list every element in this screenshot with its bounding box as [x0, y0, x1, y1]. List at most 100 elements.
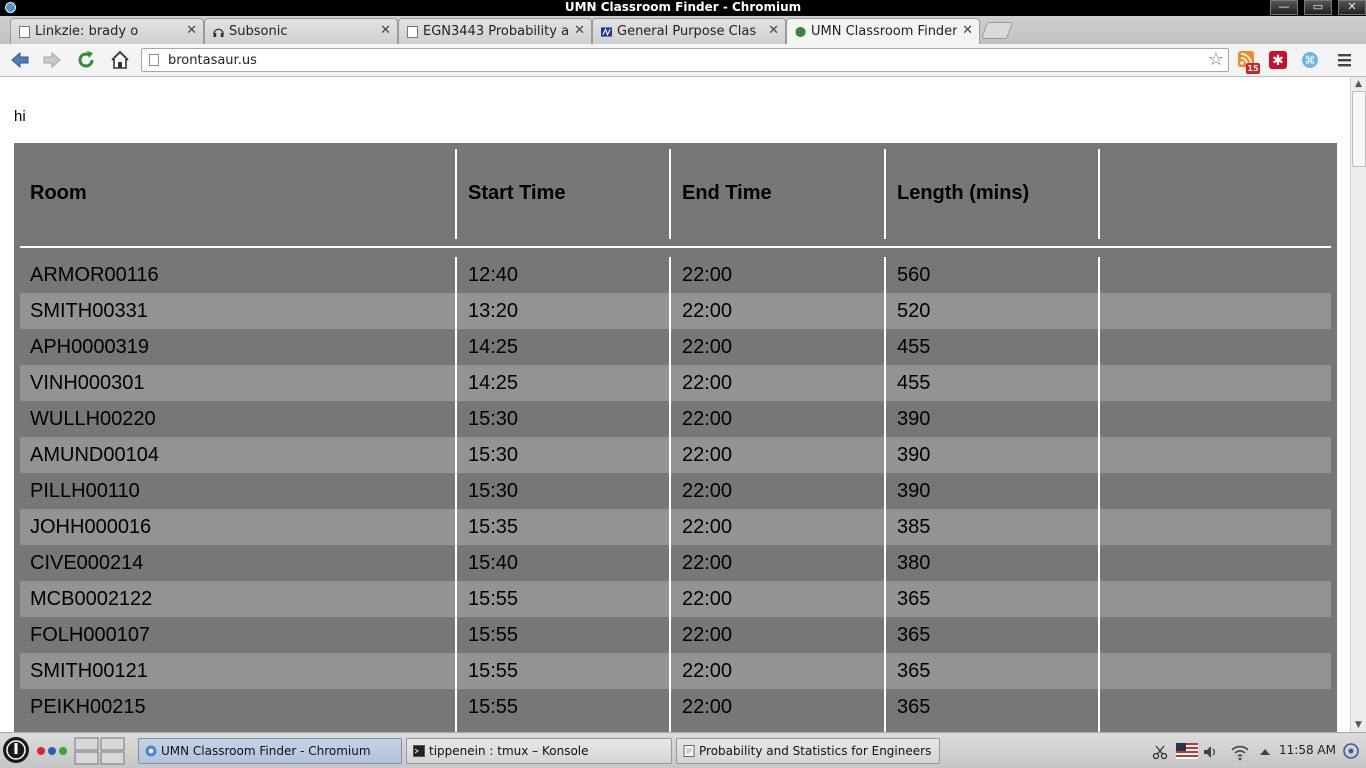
minimize-icon[interactable]: — [1270, 0, 1298, 15]
volume-icon[interactable] [1202, 744, 1218, 760]
wifi-icon[interactable] [1230, 743, 1250, 761]
table-row: PILLH00110 15:30 22:00 390 [20, 473, 1331, 509]
scroll-down-arrow-icon[interactable]: ▼ [1351, 718, 1366, 732]
scroll-up-arrow-icon[interactable]: ▲ [1351, 77, 1366, 91]
scissors-icon[interactable] [1152, 744, 1168, 760]
tab-egn3443[interactable]: EGN3443 Probability a ✕ [398, 18, 592, 44]
cell-end-time: 22:00 [682, 660, 733, 682]
cell-room: SMITH00331 [30, 300, 148, 322]
page-icon [407, 26, 418, 38]
cell-room: PEIKH00215 [30, 696, 146, 718]
cell-start-time: 13:20 [468, 300, 519, 322]
greeting-text: hi [14, 108, 26, 125]
task-konsole[interactable]: tippenein : tmux – Konsole [406, 738, 672, 764]
tab-close-icon[interactable]: ✕ [380, 23, 391, 39]
table-row: FOLH000107 15:55 22:00 365 [20, 617, 1331, 653]
tab-close-icon[interactable]: ✕ [574, 23, 585, 39]
tab-close-icon[interactable]: ✕ [186, 23, 197, 39]
browser-toolbar: ☆ 15 ✱ ⌘ [0, 44, 1366, 77]
url-input[interactable] [168, 51, 1168, 69]
task-chromium[interactable]: UMN Classroom Finder - Chromium [138, 738, 402, 764]
cashew-icon[interactable] [1342, 742, 1360, 760]
svg-text:⌘: ⌘ [1305, 54, 1316, 67]
column-divider [884, 257, 886, 732]
header-divider [455, 149, 457, 239]
tab-label: EGN3443 Probability a [423, 24, 569, 39]
home-icon[interactable] [109, 49, 131, 71]
cell-room: APH0000319 [30, 336, 149, 358]
document-viewer-icon [683, 745, 695, 757]
activity-dots-icon[interactable] [36, 746, 68, 756]
tab-label: UMN Classroom Finder [811, 24, 957, 39]
tab-umn-classroom-finder[interactable]: UMN Classroom Finder ✕ [786, 18, 980, 44]
cell-start-time: 14:25 [468, 336, 519, 358]
svg-text:✱: ✱ [1272, 53, 1284, 69]
cell-end-time: 22:00 [682, 444, 733, 466]
lastpass-icon[interactable]: ✱ [1267, 49, 1289, 71]
table-row: SMITH00121 15:55 22:00 365 [20, 653, 1331, 689]
cell-end-time: 22:00 [682, 552, 733, 574]
tray-expand-arrow-icon[interactable] [1259, 747, 1271, 757]
header-rule [20, 246, 1331, 248]
close-icon[interactable]: ✕ [1338, 0, 1366, 15]
cell-end-time: 22:00 [682, 336, 733, 358]
cell-length: 365 [897, 588, 931, 610]
tab-linkzie[interactable]: Linkzie: brady o ✕ [10, 18, 204, 44]
cell-room: AMUND00104 [30, 444, 159, 466]
task-document-viewer[interactable]: Probability and Statistics for Engineers… [676, 738, 940, 764]
cell-start-time: 15:40 [468, 552, 519, 574]
cell-start-time: 15:55 [468, 588, 519, 610]
cell-length: 385 [897, 516, 931, 538]
vertical-scrollbar[interactable]: ▲ ▼ [1350, 77, 1366, 732]
cell-start-time: 12:40 [468, 264, 519, 286]
clock[interactable]: 11:58 AM [1279, 743, 1336, 757]
cell-start-time: 14:25 [468, 372, 519, 394]
header-room: Room [30, 182, 87, 204]
bookmark-star-icon[interactable]: ☆ [1208, 49, 1224, 71]
table-row: MCB0002122 15:55 22:00 365 [20, 581, 1331, 617]
scrollbar-thumb[interactable] [1352, 91, 1366, 167]
table-row: CIVE000214 15:40 22:00 380 [20, 545, 1331, 581]
tab-general-purpose-classrooms[interactable]: General Purpose Clas ✕ [592, 18, 786, 44]
table-row: WULLH00220 15:30 22:00 390 [20, 401, 1331, 437]
tab-subsonic[interactable]: Subsonic ✕ [204, 18, 398, 44]
page-content: hi Room Start Time End Time Length (mins… [0, 77, 1350, 732]
cell-start-time: 15:55 [468, 696, 519, 718]
headphones-icon [213, 28, 224, 38]
tab-strip: Linkzie: brady o ✕ Subsonic ✕ EGN3443 Pr… [0, 16, 1366, 44]
green-dot-icon [795, 26, 806, 38]
tab-label: General Purpose Clas [617, 24, 757, 39]
address-bar[interactable]: ☆ [141, 48, 1229, 72]
cell-start-time: 15:55 [468, 624, 519, 646]
extension-icon[interactable]: ⌘ [1299, 49, 1321, 71]
cell-length: 520 [897, 300, 931, 322]
cell-length: 390 [897, 480, 931, 502]
column-divider [1098, 257, 1100, 732]
back-arrow-icon[interactable] [9, 49, 31, 71]
virtual-desktop-pager[interactable] [74, 737, 126, 765]
table-row: JOHH000016 15:35 22:00 385 [20, 509, 1331, 545]
us-flag-keyboard-icon[interactable] [1176, 743, 1198, 759]
tab-label: Linkzie: brady o [35, 24, 139, 39]
table-row: PEIKH00215 15:55 22:00 365 [20, 689, 1331, 725]
header-divider [1098, 149, 1100, 239]
kde-launcher-icon[interactable] [2, 736, 30, 764]
taskbar: UMN Classroom Finder - Chromium tippenei… [0, 732, 1366, 768]
cell-start-time: 15:30 [468, 480, 519, 502]
cell-length: 455 [897, 336, 931, 358]
tab-close-icon[interactable]: ✕ [962, 23, 973, 39]
table-row: SMITH00331 13:20 22:00 520 [20, 293, 1331, 329]
forward-arrow-icon[interactable] [41, 49, 63, 71]
window-titlebar: UMN Classroom Finder - Chromium — ▭ ✕ [0, 0, 1366, 16]
reload-icon[interactable] [75, 49, 97, 71]
maximize-icon[interactable]: ▭ [1304, 0, 1332, 15]
menu-icon[interactable] [1334, 49, 1356, 71]
cell-length: 365 [897, 624, 931, 646]
tab-close-icon[interactable]: ✕ [768, 23, 779, 39]
cell-start-time: 15:55 [468, 660, 519, 682]
new-tab-button[interactable] [980, 22, 1014, 39]
cell-room: CIVE000214 [30, 552, 144, 574]
cell-length: 390 [897, 408, 931, 430]
terminal-icon [413, 745, 425, 757]
window-title: UMN Classroom Finder - Chromium [564, 0, 802, 14]
